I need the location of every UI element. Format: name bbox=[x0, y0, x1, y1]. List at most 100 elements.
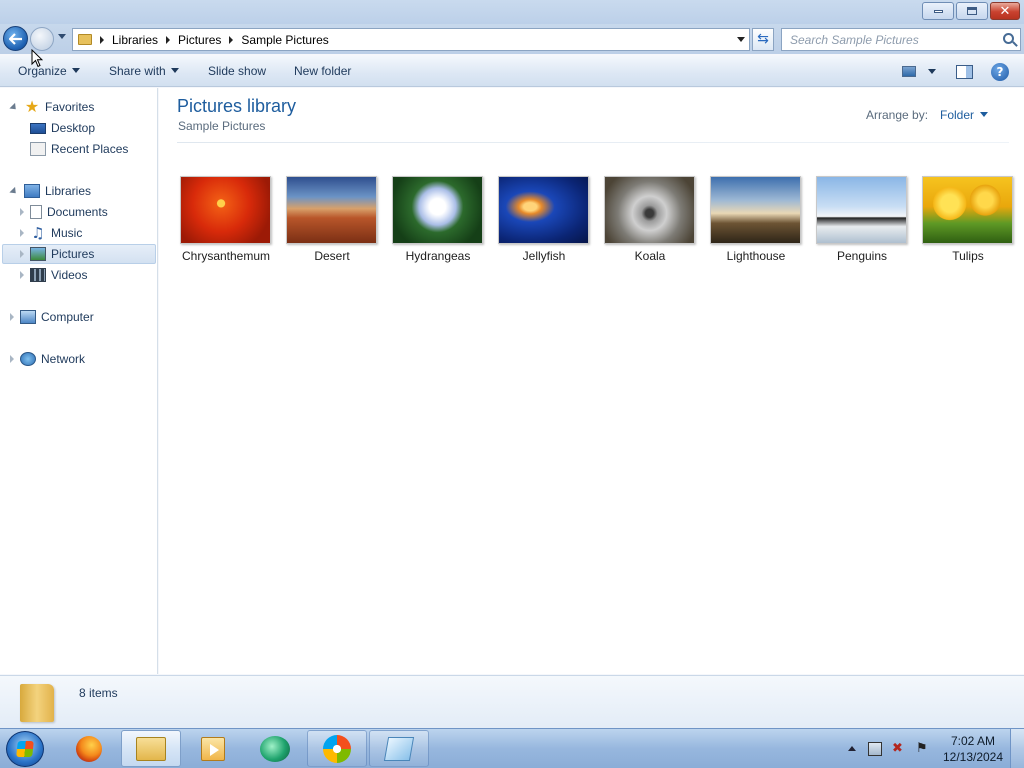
sidebar-item-libraries[interactable]: Libraries bbox=[9, 181, 91, 201]
file-name: Chrysanthemum bbox=[181, 249, 271, 263]
expand-toggle-icon[interactable] bbox=[20, 250, 24, 258]
taskbar-notepad[interactable] bbox=[369, 730, 429, 767]
sidebar-item-desktop[interactable]: Desktop bbox=[30, 118, 95, 138]
action-center-flag-icon[interactable]: ⚑ bbox=[916, 742, 930, 756]
jellyfish-thumbnail bbox=[498, 176, 589, 244]
back-button[interactable] bbox=[3, 26, 28, 51]
file-item[interactable]: Desert bbox=[286, 176, 378, 263]
green-app-icon bbox=[260, 735, 290, 762]
taskbar-firefox[interactable] bbox=[59, 730, 119, 767]
file-item[interactable]: Chrysanthemum bbox=[180, 176, 272, 263]
restore-button[interactable] bbox=[956, 2, 988, 20]
show-desktop-button[interactable] bbox=[1010, 729, 1024, 768]
system-tray: ✖ ⚑ 7:02 AM 12/13/2024 bbox=[840, 729, 1024, 768]
file-item[interactable]: Lighthouse bbox=[710, 176, 802, 263]
arrange-by-dropdown[interactable]: Folder bbox=[940, 108, 989, 122]
file-item[interactable]: Penguins bbox=[816, 176, 908, 263]
clock-time: 7:02 AM bbox=[950, 734, 996, 748]
file-item[interactable]: Jellyfish bbox=[498, 176, 590, 263]
expand-toggle-icon[interactable] bbox=[20, 271, 24, 279]
volume-muted-icon[interactable]: ✖ bbox=[892, 742, 906, 756]
search-input[interactable] bbox=[790, 32, 990, 47]
breadcrumb-chevron-icon[interactable] bbox=[100, 35, 104, 44]
new-folder-button[interactable]: New folder bbox=[294, 64, 351, 78]
navigation-bar: Libraries Pictures Sample Pictures ⇆ bbox=[0, 24, 1024, 54]
start-button[interactable] bbox=[6, 731, 44, 767]
koala-thumbnail bbox=[604, 176, 695, 244]
sidebar-label: Favorites bbox=[45, 100, 95, 114]
file-item[interactable]: Hydrangeas bbox=[392, 176, 484, 263]
expand-toggle-icon[interactable] bbox=[9, 102, 19, 112]
divider bbox=[177, 142, 1009, 143]
sidebar-item-pictures[interactable]: Pictures bbox=[2, 244, 156, 264]
file-name: Tulips bbox=[952, 249, 984, 263]
recent-pages-dropdown[interactable] bbox=[58, 34, 66, 39]
preview-pane-icon[interactable] bbox=[956, 65, 973, 79]
arrange-by-label: Arrange by: bbox=[866, 108, 929, 122]
documents-icon bbox=[30, 205, 42, 219]
penguins-thumbnail bbox=[816, 176, 907, 244]
taskbar-windows-explorer[interactable] bbox=[121, 730, 181, 767]
slide-show-label: Slide show bbox=[208, 64, 267, 78]
clock-date: 12/13/2024 bbox=[942, 750, 1004, 764]
expand-toggle-icon[interactable] bbox=[9, 186, 19, 196]
taskbar-media-player[interactable] bbox=[183, 730, 243, 767]
expand-toggle-icon[interactable] bbox=[20, 208, 24, 216]
back-arrow-icon bbox=[8, 32, 22, 45]
sidebar-item-documents[interactable]: Documents bbox=[20, 202, 108, 222]
breadcrumb-libraries[interactable]: Libraries bbox=[112, 33, 158, 47]
command-bar: Organize Share with Slide show New folde… bbox=[0, 56, 1024, 87]
sidebar-item-recent-places[interactable]: Recent Places bbox=[30, 139, 128, 159]
show-hidden-icons-button[interactable] bbox=[848, 746, 856, 751]
chevron-down-icon bbox=[170, 68, 179, 73]
help-icon[interactable]: ? bbox=[991, 63, 1009, 81]
expand-toggle-icon[interactable] bbox=[10, 355, 14, 363]
close-button[interactable]: ✕ bbox=[990, 2, 1020, 20]
minimize-button[interactable] bbox=[922, 2, 954, 20]
sidebar-item-computer[interactable]: Computer bbox=[10, 307, 94, 327]
taskbar-windows-update[interactable] bbox=[307, 730, 367, 767]
file-item[interactable]: Koala bbox=[604, 176, 696, 263]
search-box[interactable] bbox=[781, 28, 1021, 51]
sidebar-item-favorites[interactable]: ★ Favorites bbox=[9, 97, 95, 117]
forward-button[interactable] bbox=[30, 27, 54, 51]
refresh-button[interactable]: ⇆ bbox=[752, 28, 774, 51]
title-bar: ✕ bbox=[0, 0, 1024, 24]
clock[interactable]: 7:02 AM 12/13/2024 bbox=[938, 733, 1008, 765]
windows-logo-icon bbox=[16, 741, 34, 757]
share-with-button[interactable]: Share with bbox=[109, 64, 179, 78]
change-view-icon[interactable] bbox=[902, 66, 916, 77]
windows-logo-icon bbox=[323, 734, 351, 763]
libraries-icon bbox=[24, 184, 40, 198]
breadcrumb-chevron-icon[interactable] bbox=[229, 35, 234, 44]
navigation-pane: ★ Favorites Desktop Recent Places Librar… bbox=[0, 88, 158, 674]
firefox-icon bbox=[76, 735, 102, 762]
share-with-label: Share with bbox=[109, 64, 166, 78]
computer-icon bbox=[20, 310, 36, 324]
taskbar-green-app[interactable] bbox=[245, 730, 305, 767]
address-bar[interactable]: Libraries Pictures Sample Pictures bbox=[72, 28, 750, 51]
slide-show-button[interactable]: Slide show bbox=[208, 64, 266, 78]
sidebar-item-videos[interactable]: Videos bbox=[20, 265, 87, 285]
search-icon[interactable] bbox=[1003, 33, 1014, 44]
breadcrumb-pictures[interactable]: Pictures bbox=[178, 33, 221, 47]
hydrangeas-thumbnail bbox=[392, 176, 483, 244]
file-item[interactable]: Tulips bbox=[922, 176, 1014, 263]
organize-button[interactable]: Organize bbox=[18, 64, 80, 78]
sidebar-label: Videos bbox=[51, 268, 88, 282]
breadcrumb-sample-pictures[interactable]: Sample Pictures bbox=[241, 33, 328, 47]
lighthouse-thumbnail bbox=[710, 176, 801, 244]
chevron-down-icon bbox=[980, 112, 989, 117]
sidebar-label: Music bbox=[51, 226, 83, 240]
sidebar-item-music[interactable]: ♫ Music bbox=[20, 223, 82, 243]
network-status-icon[interactable] bbox=[868, 742, 882, 756]
sidebar-label: Computer bbox=[41, 310, 94, 324]
address-history-dropdown[interactable] bbox=[737, 37, 745, 42]
expand-toggle-icon[interactable] bbox=[10, 313, 14, 321]
sidebar-item-network[interactable]: Network bbox=[10, 349, 85, 369]
breadcrumb-chevron-icon[interactable] bbox=[166, 35, 171, 44]
minimize-icon bbox=[933, 9, 943, 13]
library-location-link[interactable]: Sample Pictures bbox=[178, 119, 265, 133]
expand-toggle-icon[interactable] bbox=[20, 229, 24, 237]
view-options-dropdown[interactable] bbox=[928, 69, 936, 74]
